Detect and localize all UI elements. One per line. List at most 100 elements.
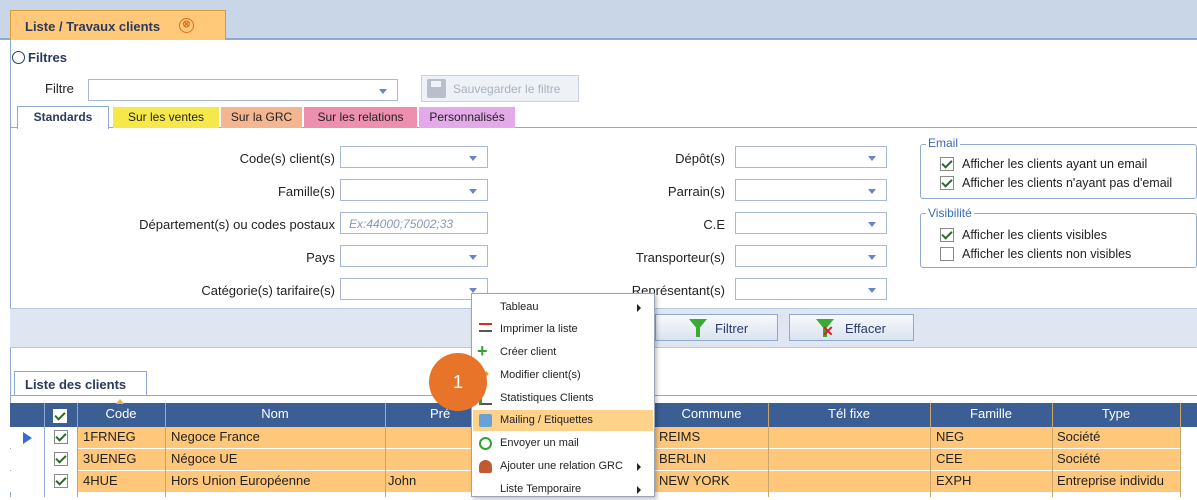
add-icon: + bbox=[477, 341, 488, 361]
close-tab-icon[interactable]: ⊗ bbox=[179, 18, 194, 33]
col-header-famille[interactable]: Famille bbox=[930, 406, 1052, 421]
grid-divider bbox=[77, 403, 78, 497]
parrains-select[interactable] bbox=[735, 179, 887, 201]
row-gap bbox=[1180, 449, 1197, 470]
email-yes-label: Afficher les clients ayant un email bbox=[962, 157, 1148, 171]
clients-list-tab[interactable]: Liste des clients bbox=[14, 371, 147, 395]
chevron-down-icon bbox=[868, 222, 876, 227]
menu-label: Liste Temporaire bbox=[500, 483, 582, 495]
cell-famille: CEE bbox=[936, 451, 963, 466]
tab-standards[interactable]: Standards bbox=[17, 106, 109, 129]
select-all-checkbox[interactable] bbox=[53, 409, 67, 423]
grid-divider bbox=[44, 403, 45, 497]
menu-item-modifier-clients[interactable]: Modifier client(s) bbox=[473, 365, 653, 386]
not-visible-checkbox[interactable] bbox=[940, 247, 954, 261]
field-label-parrains: Parrain(s) bbox=[667, 184, 725, 199]
cell-nom: Négoce UE bbox=[171, 451, 238, 466]
filter-button[interactable]: Filtrer bbox=[655, 314, 778, 341]
cell-prenom: John bbox=[388, 473, 417, 488]
col-header-commune[interactable]: Commune bbox=[655, 406, 768, 421]
chevron-down-icon bbox=[868, 288, 876, 293]
chevron-down-icon bbox=[469, 156, 477, 161]
grid-divider bbox=[930, 403, 931, 497]
grid-divider bbox=[165, 403, 166, 497]
filter-select[interactable] bbox=[88, 79, 398, 101]
menu-item-ajouter-relation-grc[interactable]: Ajouter une relation GRC bbox=[473, 456, 653, 477]
submenu-arrow-icon bbox=[637, 463, 641, 471]
tab-sur-les-relations[interactable]: Sur les relations bbox=[304, 107, 417, 128]
departements-input[interactable]: Ex:44000;75002;33 bbox=[340, 212, 488, 234]
menu-item-imprimer-liste[interactable]: Imprimer la liste bbox=[473, 319, 653, 340]
save-filter-button[interactable]: Sauvegarder le filtre bbox=[421, 75, 579, 102]
clear-button-label: Effacer bbox=[845, 321, 886, 336]
field-label-departements: Département(s) ou codes postaux bbox=[139, 217, 335, 232]
cell-commune: BERLIN bbox=[659, 451, 706, 466]
row-checkbox[interactable] bbox=[54, 430, 68, 444]
categories-tarifaires-select[interactable] bbox=[340, 278, 488, 300]
menu-item-envoyer-mail[interactable]: Envoyer un mail bbox=[473, 433, 653, 454]
cell-nom: Hors Union Européenne bbox=[171, 473, 311, 488]
transporteurs-select[interactable] bbox=[735, 245, 887, 267]
tab-sur-les-ventes[interactable]: Sur les ventes bbox=[113, 107, 219, 128]
depots-select[interactable] bbox=[735, 146, 887, 168]
ce-select[interactable] bbox=[735, 212, 887, 234]
chevron-down-icon bbox=[379, 89, 387, 94]
email-group bbox=[920, 144, 1197, 199]
not-visible-label: Afficher les clients non visibles bbox=[962, 247, 1132, 261]
tab-travaux-clients[interactable]: Liste / Travaux clients ⊗ bbox=[10, 10, 226, 40]
menu-item-statistiques[interactable]: Statistiques Clients bbox=[473, 388, 653, 409]
visible-checkbox[interactable] bbox=[940, 228, 954, 242]
grid-divider bbox=[385, 403, 386, 497]
crm-relation-icon bbox=[479, 460, 492, 473]
menu-item-creer-client[interactable]: + Créer client bbox=[473, 341, 653, 363]
menu-label: Imprimer la liste bbox=[500, 323, 578, 335]
menu-item-tableau[interactable]: Tableau bbox=[473, 297, 653, 318]
cell-code: 4HUE bbox=[83, 473, 118, 488]
row-gap bbox=[1180, 471, 1197, 492]
tab-sur-la-grc[interactable]: Sur la GRC bbox=[221, 107, 302, 128]
col-header-tel-fixe[interactable]: Tél fixe bbox=[768, 406, 930, 421]
grid-divider bbox=[768, 403, 769, 497]
codes-clients-select[interactable] bbox=[340, 146, 488, 168]
row-indicator-cell bbox=[10, 471, 44, 492]
col-header-code[interactable]: Code bbox=[77, 406, 165, 421]
menu-label: Envoyer un mail bbox=[500, 437, 579, 449]
cell-commune: NEW YORK bbox=[659, 473, 730, 488]
field-label-transporteurs: Transporteur(s) bbox=[635, 250, 725, 265]
field-label-depots: Dépôt(s) bbox=[675, 151, 725, 166]
context-menu: Tableau Imprimer la liste + Créer client… bbox=[471, 293, 655, 497]
row-checkbox[interactable] bbox=[54, 452, 68, 466]
menu-item-mailing-etiquettes[interactable]: Mailing / Etiquettes bbox=[473, 410, 653, 431]
cell-famille: NEG bbox=[936, 429, 965, 444]
pays-select[interactable] bbox=[340, 245, 488, 267]
email-no-checkbox[interactable] bbox=[940, 176, 954, 190]
field-label-categories-tarifaires: Catégorie(s) tarifaire(s) bbox=[201, 283, 335, 298]
cell-code: 3UENEG bbox=[83, 451, 137, 466]
sort-asc-icon bbox=[116, 399, 124, 404]
filter-button-label: Filtrer bbox=[715, 321, 749, 336]
field-label-pays: Pays bbox=[306, 250, 335, 265]
row-checkbox[interactable] bbox=[54, 474, 68, 488]
collapse-filters-icon[interactable] bbox=[12, 51, 25, 64]
cell-nom: Negoce France bbox=[171, 429, 260, 444]
filters-title: Filtres bbox=[28, 50, 68, 65]
field-label-codes-clients: Code(s) client(s) bbox=[239, 151, 335, 166]
cell-code: 1FRNEG bbox=[83, 429, 136, 444]
step-badge: 1 bbox=[429, 353, 487, 411]
field-label-familles: Famille(s) bbox=[277, 184, 335, 199]
chevron-down-icon bbox=[868, 189, 876, 194]
representants-select[interactable] bbox=[735, 278, 887, 300]
clear-button[interactable]: ✕ Effacer bbox=[789, 314, 914, 341]
field-label-ce: C.E bbox=[703, 217, 725, 232]
col-header-type[interactable]: Type bbox=[1052, 406, 1180, 421]
col-header-nom[interactable]: Nom bbox=[165, 406, 385, 421]
familles-select[interactable] bbox=[340, 179, 488, 201]
visibility-legend: Visibilité bbox=[926, 206, 974, 220]
funnel-icon bbox=[689, 319, 707, 337]
filter-label: Filtre bbox=[45, 81, 74, 96]
save-filter-label: Sauvegarder le filtre bbox=[453, 82, 561, 96]
tab-personnalises[interactable]: Personnalisés bbox=[419, 107, 515, 128]
email-yes-checkbox[interactable] bbox=[940, 157, 954, 171]
menu-label: Tableau bbox=[500, 301, 539, 313]
tab-title: Liste / Travaux clients bbox=[25, 19, 161, 34]
